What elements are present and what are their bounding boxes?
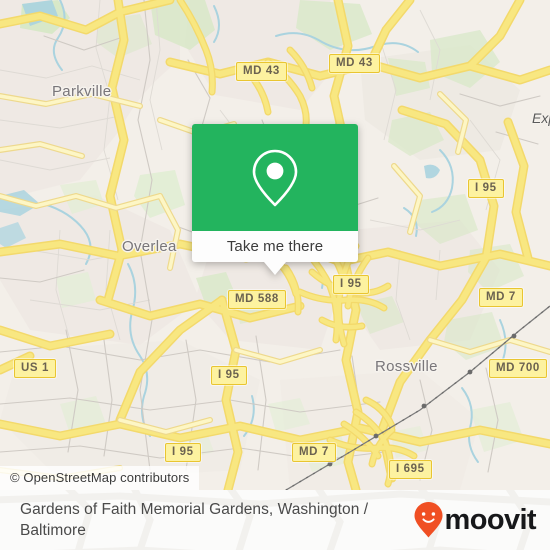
map-pin-icon xyxy=(252,149,298,206)
shield-us-1[interactable]: US 1 xyxy=(14,359,56,379)
moovit-wordmark: moovit xyxy=(444,503,537,536)
popup-header xyxy=(192,124,358,231)
moovit-map-screen: .wtr { fill:#aad3df; } .wtrl { stroke:#a… xyxy=(0,0,550,550)
shield-md-588[interactable]: MD 588 xyxy=(228,290,286,310)
shield-i-95-northeast[interactable]: I 95 xyxy=(468,179,504,199)
popup-action-bar[interactable]: Take me there xyxy=(192,231,358,275)
shield-md-7-south[interactable]: MD 7 xyxy=(292,443,336,463)
destination-popup-card[interactable]: Take me there xyxy=(192,124,358,275)
shield-i-95-south[interactable]: I 95 xyxy=(165,443,201,463)
shield-i-95-center[interactable]: I 95 xyxy=(333,275,369,295)
road-name-label-expressway: Exp xyxy=(532,110,550,126)
moovit-brand[interactable]: moovit xyxy=(413,501,537,539)
shield-md-43-west[interactable]: MD 43 xyxy=(236,62,287,82)
shield-md-7-east[interactable]: MD 7 xyxy=(479,288,523,308)
osm-attribution[interactable]: © OpenStreetMap contributors xyxy=(0,466,200,490)
moovit-pin-logo-icon xyxy=(414,502,443,538)
shield-md-700[interactable]: MD 700 xyxy=(489,359,547,379)
shield-i-95-southwest[interactable]: I 95 xyxy=(211,366,247,386)
place-title: Gardens of Faith Memorial Gardens, Washi… xyxy=(20,501,369,539)
footer-bar: Gardens of Faith Memorial Gardens, Washi… xyxy=(0,490,550,550)
shield-i-695[interactable]: I 695 xyxy=(389,460,432,480)
map-canvas[interactable]: .wtr { fill:#aad3df; } .wtrl { stroke:#a… xyxy=(0,0,550,490)
shield-md-43-east[interactable]: MD 43 xyxy=(329,54,380,74)
take-me-there-label: Take me there xyxy=(226,238,324,255)
popup-pointer-arrow xyxy=(264,262,286,275)
